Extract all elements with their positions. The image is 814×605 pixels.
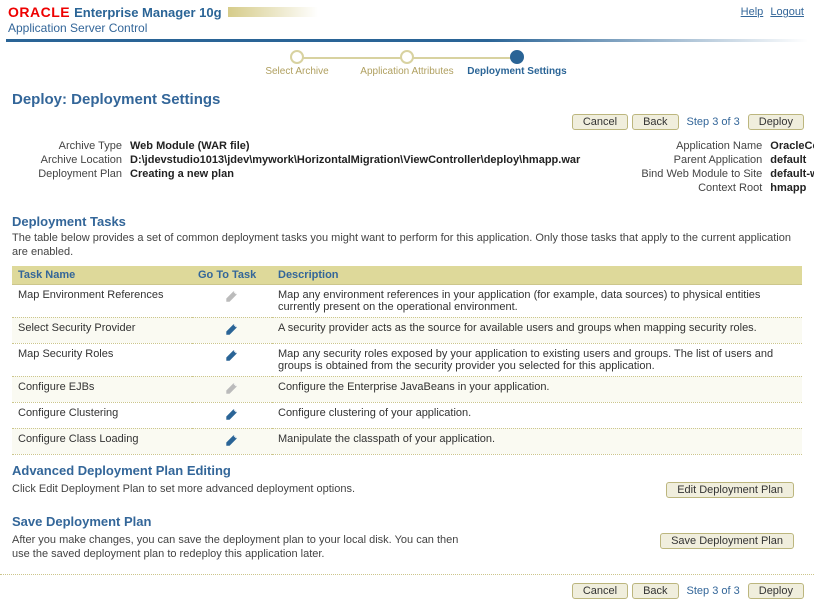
brand-em: Enterprise Manager 10g <box>74 5 221 20</box>
value-parent-app: default <box>770 154 806 166</box>
value-bind-site: default-web-site <box>770 168 814 180</box>
wizard-label-1: Select Archive <box>265 66 328 77</box>
brand-gradient <box>228 7 318 17</box>
deploy-button-bottom[interactable]: Deploy <box>748 583 804 599</box>
task-desc-cell: Configure clustering of your application… <box>272 402 802 428</box>
label-bind-site: Bind Web Module to Site <box>620 168 770 180</box>
go-to-task-cell <box>192 317 272 343</box>
task-desc-cell: A security provider acts as the source f… <box>272 317 802 343</box>
advanced-desc: Click Edit Deployment Plan to set more a… <box>12 482 355 496</box>
save-desc: After you make changes, you can save the… <box>12 533 472 563</box>
tasks-table: Task Name Go To Task Description Map Env… <box>12 266 802 455</box>
logout-link[interactable]: Logout <box>770 6 804 18</box>
tasks-desc: The table below provides a set of common… <box>12 231 802 260</box>
step-indicator-top: Step 3 of 3 <box>683 116 744 128</box>
save-deployment-plan-button[interactable]: Save Deployment Plan <box>660 533 794 549</box>
go-to-task-cell <box>192 428 272 454</box>
brand-oracle: ORACLE <box>8 4 70 20</box>
edit-deployment-plan-button[interactable]: Edit Deployment Plan <box>666 482 794 498</box>
pencil-icon[interactable] <box>225 322 239 339</box>
wizard-dot-1 <box>290 50 304 64</box>
back-button-top[interactable]: Back <box>632 114 678 130</box>
top-button-row: Cancel Back Step 3 of 3 Deploy <box>0 114 814 136</box>
pencil-icon[interactable] <box>225 407 239 424</box>
task-name-cell: Configure Clustering <box>12 402 192 428</box>
col-description: Description <box>272 266 802 285</box>
wizard-label-2: Application Attributes <box>360 66 453 77</box>
label-parent-app: Parent Application <box>620 154 770 166</box>
wizard-dot-2 <box>400 50 414 64</box>
help-link[interactable]: Help <box>741 6 764 18</box>
task-name-cell: Configure Class Loading <box>12 428 192 454</box>
task-desc-cell: Map any security roles exposed by your a… <box>272 343 802 376</box>
cancel-button-top[interactable]: Cancel <box>572 114 628 130</box>
tasks-title: Deployment Tasks <box>12 214 802 229</box>
task-desc-cell: Manipulate the classpath of your applica… <box>272 428 802 454</box>
table-row: Configure EJBs Configure the Enterprise J… <box>12 376 802 402</box>
bottom-button-row: Cancel Back Step 3 of 3 Deploy <box>0 574 814 605</box>
pencil-icon[interactable] <box>225 433 239 450</box>
summary-grid: Archive TypeWeb Module (WAR file) Archiv… <box>0 136 814 206</box>
value-app-name: OracleConfigurationmanager <box>770 140 814 152</box>
table-row: Map Security Roles Map any security roles… <box>12 343 802 376</box>
table-row: Configure Class Loading Manipulate the cl… <box>12 428 802 454</box>
go-to-task-cell <box>192 376 272 402</box>
page-title: Deploy: Deployment Settings <box>12 91 814 108</box>
value-deployment-plan: Creating a new plan <box>130 168 234 180</box>
task-desc-cell: Map any environment references in your a… <box>272 284 802 317</box>
table-row: Map Environment References Map any enviro… <box>12 284 802 317</box>
label-context-root: Context Root <box>620 182 770 194</box>
table-row: Select Security Provider A security provi… <box>12 317 802 343</box>
task-name-cell: Map Environment References <box>12 284 192 317</box>
deploy-button-top[interactable]: Deploy <box>748 114 804 130</box>
go-to-task-cell <box>192 343 272 376</box>
wizard-train: Select Archive Application Attributes De… <box>0 50 814 77</box>
header-divider <box>6 39 808 42</box>
label-archive-location: Archive Location <box>20 154 130 166</box>
col-task-name: Task Name <box>12 266 192 285</box>
go-to-task-cell <box>192 402 272 428</box>
task-desc-cell: Configure the Enterprise JavaBeans in yo… <box>272 376 802 402</box>
advanced-title: Advanced Deployment Plan Editing <box>12 463 802 478</box>
back-button-bottom[interactable]: Back <box>632 583 678 599</box>
cancel-button-bottom[interactable]: Cancel <box>572 583 628 599</box>
wizard-dot-3 <box>510 50 524 64</box>
label-app-name: Application Name <box>620 140 770 152</box>
step-indicator-bottom: Step 3 of 3 <box>683 585 744 597</box>
col-go-to-task: Go To Task <box>192 266 272 285</box>
label-deployment-plan: Deployment Plan <box>20 168 130 180</box>
value-archive-location: D:\jdevstudio1013\jdev\mywork\Horizontal… <box>130 154 580 166</box>
label-archive-type: Archive Type <box>20 140 130 152</box>
table-row: Configure Clustering Configure clustering… <box>12 402 802 428</box>
value-archive-type: Web Module (WAR file) <box>130 140 250 152</box>
top-links: Help Logout <box>737 6 804 18</box>
wizard-label-3: Deployment Settings <box>467 66 566 77</box>
task-name-cell: Map Security Roles <box>12 343 192 376</box>
app-server-control: Application Server Control <box>8 21 806 35</box>
pencil-icon <box>225 381 239 398</box>
page-header: ORACLE Enterprise Manager 10g Applicatio… <box>0 0 814 37</box>
save-title: Save Deployment Plan <box>12 514 802 529</box>
value-context-root: hmapp <box>770 182 806 194</box>
pencil-icon <box>225 289 239 306</box>
pencil-icon[interactable] <box>225 348 239 365</box>
task-name-cell: Configure EJBs <box>12 376 192 402</box>
task-name-cell: Select Security Provider <box>12 317 192 343</box>
go-to-task-cell <box>192 284 272 317</box>
